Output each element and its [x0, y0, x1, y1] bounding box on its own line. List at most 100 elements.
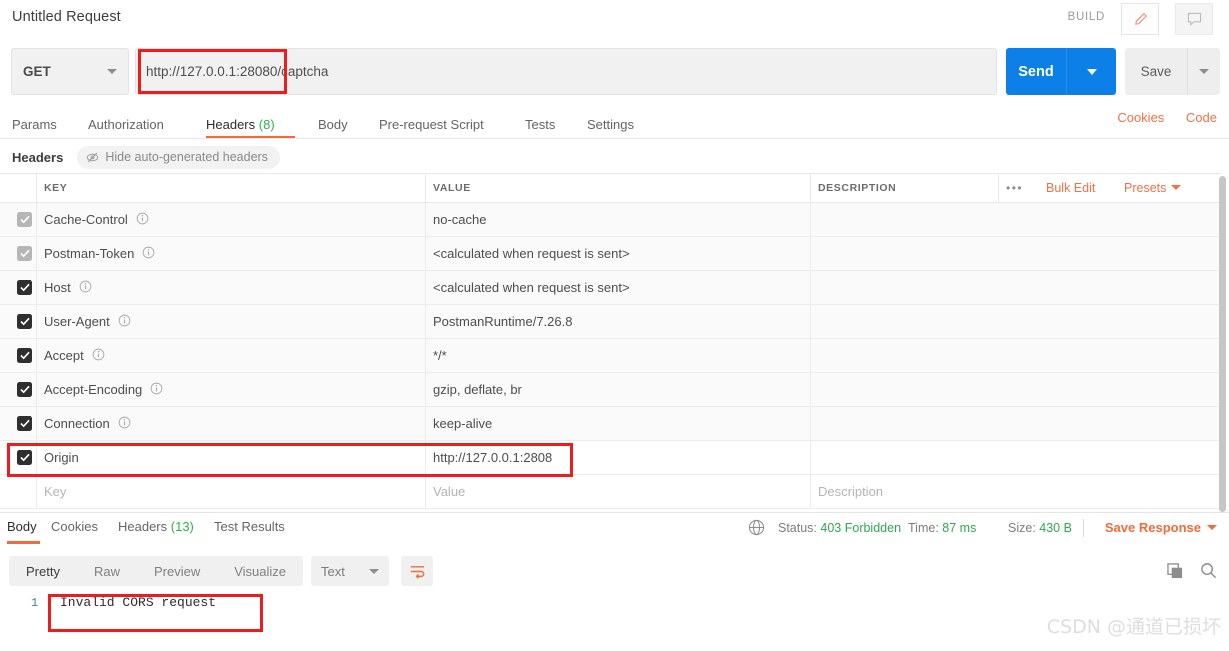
response-tab-cookies[interactable]: Cookies	[51, 519, 98, 534]
time-value: 87 ms	[942, 521, 977, 535]
table-row[interactable]: Host <calculated when request is sent>	[0, 271, 1221, 305]
info-icon[interactable]	[79, 280, 92, 293]
new-header-value-input[interactable]: Value	[433, 484, 465, 499]
new-header-key-input[interactable]: Key	[44, 484, 66, 499]
response-format-dropdown[interactable]: Text	[311, 556, 389, 586]
table-row[interactable]: User-Agent PostmanRuntime/7.26.8	[0, 305, 1221, 339]
info-icon[interactable]	[136, 212, 149, 225]
row-checkbox[interactable]	[17, 382, 32, 397]
table-row[interactable]: Postman-Token <calculated when request is…	[0, 237, 1221, 271]
header-value-cell[interactable]: <calculated when request is sent>	[433, 246, 630, 261]
active-tab-underline	[206, 135, 295, 138]
row-checkbox[interactable]	[17, 314, 32, 329]
info-icon-wrap[interactable]	[118, 314, 131, 330]
code-link[interactable]: Code	[1186, 110, 1217, 125]
header-key-text: Accept-Encoding	[44, 382, 143, 397]
table-row[interactable]: Connection keep-alive	[0, 407, 1221, 441]
status-label: Status:	[778, 521, 817, 535]
info-icon-wrap[interactable]	[92, 348, 105, 364]
header-key-cell[interactable]: User-Agent	[44, 314, 131, 330]
word-wrap-icon	[410, 565, 424, 579]
response-format-value: Text	[321, 563, 345, 579]
save-options-button[interactable]	[1187, 48, 1220, 95]
table-row[interactable]: Accept-Encoding gzip, deflate, br	[0, 373, 1221, 407]
response-tab-body[interactable]: Body	[7, 519, 37, 534]
view-mode-pretty[interactable]: Pretty	[9, 564, 77, 579]
info-icon[interactable]	[142, 246, 155, 259]
row-checkbox[interactable]	[17, 280, 32, 295]
request-title: Untitled Request	[12, 9, 121, 25]
copy-icon[interactable]	[1167, 562, 1184, 579]
header-value-cell[interactable]: keep-alive	[433, 416, 492, 431]
table-row[interactable]: Cache-Control no-cache	[0, 203, 1221, 237]
header-key-cell[interactable]: Host	[44, 280, 92, 296]
table-row[interactable]: Origin http://127.0.0.1:2808	[0, 441, 1221, 475]
header-value-cell[interactable]: gzip, deflate, br	[433, 382, 522, 397]
row-checkbox[interactable]	[17, 246, 32, 261]
header-value-cell[interactable]: <calculated when request is sent>	[433, 280, 630, 295]
info-icon-wrap[interactable]	[142, 246, 155, 262]
url-input[interactable]: http://127.0.0.1:28080/captcha	[135, 48, 997, 95]
row-checkbox[interactable]	[17, 450, 32, 465]
tab-label: Tests	[525, 117, 556, 132]
header-key-cell[interactable]: Accept	[44, 348, 105, 364]
save-button[interactable]: Save	[1125, 48, 1187, 95]
response-tab-headers[interactable]: Headers (13)	[118, 519, 194, 534]
info-icon[interactable]	[92, 348, 105, 361]
header-key-cell[interactable]: Accept-Encoding	[44, 382, 163, 398]
table-empty-row[interactable]: Key Value Description	[0, 475, 1221, 509]
response-tab-test-results[interactable]: Test Results	[214, 519, 285, 534]
request-tab-body[interactable]: Body	[318, 110, 348, 139]
info-icon-wrap[interactable]	[150, 382, 163, 398]
send-options-button[interactable]	[1066, 48, 1116, 95]
header-key-cell[interactable]: Postman-Token	[44, 246, 155, 262]
edit-request-button[interactable]	[1121, 3, 1159, 35]
info-icon-wrap[interactable]	[118, 416, 131, 432]
request-tab-params[interactable]: Params	[12, 110, 57, 139]
table-row[interactable]: Accept */*	[0, 339, 1221, 373]
info-icon-wrap[interactable]	[136, 212, 149, 228]
header-value-cell[interactable]: PostmanRuntime/7.26.8	[433, 314, 572, 329]
presets-button[interactable]: Presets	[1124, 181, 1182, 195]
size-label: Size:	[1008, 521, 1036, 535]
info-icon[interactable]	[118, 416, 131, 429]
send-button[interactable]: Send	[1006, 48, 1066, 95]
header-key-cell[interactable]: Cache-Control	[44, 212, 149, 228]
request-tab-authorization[interactable]: Authorization	[88, 110, 164, 139]
active-response-tab-underline	[7, 541, 40, 544]
request-tab-tests[interactable]: Tests	[525, 110, 555, 139]
build-label: BUILD	[1067, 11, 1105, 23]
comment-icon	[1187, 12, 1201, 26]
cookies-link[interactable]: Cookies	[1117, 110, 1164, 125]
http-method-dropdown[interactable]: GET	[11, 48, 129, 95]
table-more-options-button[interactable]: •••	[1006, 181, 1023, 195]
comment-button[interactable]	[1175, 3, 1213, 35]
info-icon[interactable]	[118, 314, 131, 327]
bulk-edit-button[interactable]: Bulk Edit	[1046, 181, 1095, 195]
word-wrap-button[interactable]	[401, 556, 433, 586]
header-value-cell[interactable]: */*	[433, 348, 447, 363]
chevron-down-icon	[369, 568, 379, 574]
save-response-button[interactable]: Save Response	[1105, 520, 1217, 535]
row-checkbox[interactable]	[17, 212, 32, 227]
view-mode-preview[interactable]: Preview	[137, 564, 217, 579]
request-tab-pre-request-script[interactable]: Pre-request Script	[379, 110, 484, 139]
headers-table-scrollbar[interactable]	[1219, 176, 1226, 512]
request-tab-settings[interactable]: Settings	[587, 110, 634, 139]
info-icon[interactable]	[150, 382, 163, 395]
hide-auto-generated-headers-toggle[interactable]: Hide auto-generated headers	[77, 145, 280, 169]
row-checkbox[interactable]	[17, 348, 32, 363]
header-value-cell[interactable]: http://127.0.0.1:2808	[433, 450, 552, 465]
new-header-description-input[interactable]: Description	[818, 484, 883, 499]
header-key-cell[interactable]: Connection	[44, 416, 131, 432]
info-icon-wrap[interactable]	[79, 280, 92, 296]
response-tab-bar: Status: 403 Forbidden Time: 87 ms Size: …	[0, 512, 1229, 544]
view-mode-raw[interactable]: Raw	[77, 564, 137, 579]
search-icon[interactable]	[1200, 562, 1217, 579]
header-value-cell[interactable]: no-cache	[433, 212, 486, 227]
view-mode-visualize[interactable]: Visualize	[217, 564, 303, 579]
row-checkbox[interactable]	[17, 416, 32, 431]
request-right-links: Cookies Code	[1099, 110, 1217, 125]
header-key-text: User-Agent	[44, 314, 110, 329]
header-key-cell[interactable]: Origin	[44, 450, 79, 465]
